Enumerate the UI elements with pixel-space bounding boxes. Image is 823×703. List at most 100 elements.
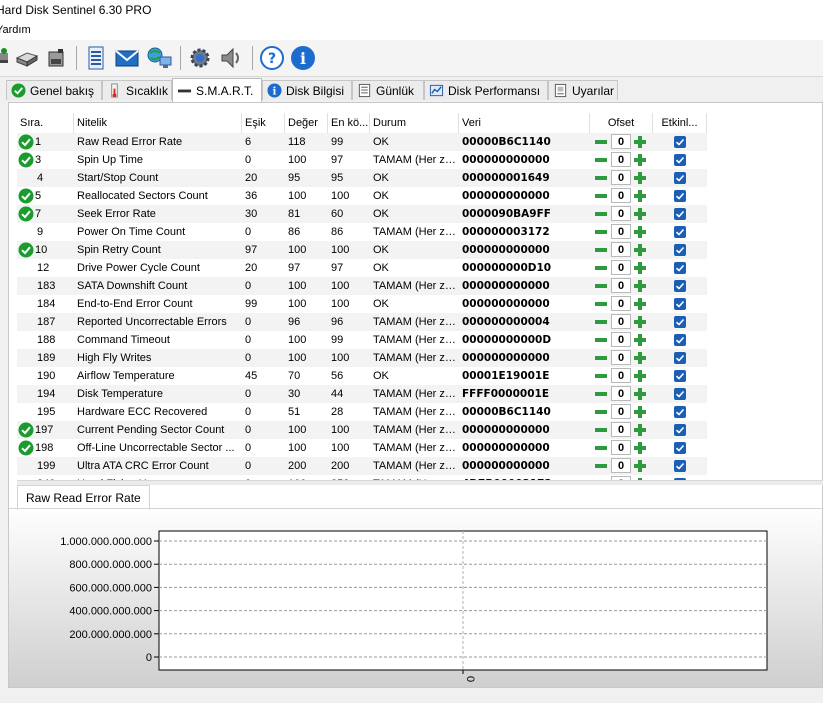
- enabled-checkbox[interactable]: [674, 424, 686, 436]
- minus-icon[interactable]: [594, 441, 608, 455]
- enabled-checkbox[interactable]: [674, 352, 686, 364]
- plus-icon[interactable]: [633, 261, 647, 275]
- plus-icon[interactable]: [633, 405, 647, 419]
- plus-icon[interactable]: [633, 243, 647, 257]
- column-header[interactable]: Durum: [370, 113, 459, 133]
- enabled-checkbox[interactable]: [674, 280, 686, 292]
- offset-value[interactable]: 0: [611, 134, 631, 149]
- tab-3[interactable]: S.M.A.R.T.: [172, 78, 262, 102]
- offset-value[interactable]: 0: [611, 170, 631, 185]
- table-row[interactable]: 10 Spin Retry Count 97 100 100 OK 000000000000…: [17, 241, 707, 259]
- plus-icon[interactable]: [633, 153, 647, 167]
- table-row[interactable]: 1 Raw Read Error Rate 6 118 99 OK 00000B6C1140…: [17, 133, 707, 151]
- offset-value[interactable]: 0: [611, 440, 631, 455]
- table-row[interactable]: 199 Ultra ATA CRC Error Count 0 200 200 TAMAM…: [17, 457, 707, 475]
- disk-small-icon[interactable]: [42, 44, 70, 72]
- plus-icon[interactable]: [633, 387, 647, 401]
- minus-icon[interactable]: [594, 279, 608, 293]
- enabled-checkbox[interactable]: [674, 172, 686, 184]
- plus-icon[interactable]: [633, 369, 647, 383]
- plus-icon[interactable]: [633, 297, 647, 311]
- column-header[interactable]: Etkinl...: [653, 113, 707, 133]
- minus-icon[interactable]: [594, 189, 608, 203]
- minus-icon[interactable]: [594, 243, 608, 257]
- table-row[interactable]: 4 Start/Stop Count 20 95 95 OK 000000001649 0: [17, 169, 707, 187]
- column-header[interactable]: Değer: [285, 113, 328, 133]
- table-row[interactable]: 3 Spin Up Time 0 100 97 TAMAM (Her za... 00000…: [17, 151, 707, 169]
- minus-icon[interactable]: [594, 207, 608, 221]
- help-icon[interactable]: ?: [258, 44, 286, 72]
- offset-value[interactable]: 0: [611, 458, 631, 473]
- table-row[interactable]: 188 Command Timeout 0 100 99 TAMAM (Her za...…: [17, 331, 707, 349]
- plus-icon[interactable]: [633, 423, 647, 437]
- offset-value[interactable]: 0: [611, 152, 631, 167]
- minus-icon[interactable]: [594, 369, 608, 383]
- minus-icon[interactable]: [594, 135, 608, 149]
- table-row[interactable]: 184 End-to-End Error Count 99 100 100 OK 00000…: [17, 295, 707, 313]
- plus-icon[interactable]: [633, 315, 647, 329]
- minus-icon[interactable]: [594, 333, 608, 347]
- tab-6[interactable]: Disk Performansı: [424, 80, 548, 100]
- offset-value[interactable]: 0: [611, 188, 631, 203]
- sound-icon[interactable]: [217, 44, 245, 72]
- table-row[interactable]: 190 Airflow Temperature 45 70 56 OK 00001E1900…: [17, 367, 707, 385]
- plus-icon[interactable]: [633, 171, 647, 185]
- offset-value[interactable]: 0: [611, 314, 631, 329]
- offset-value[interactable]: 0: [611, 296, 631, 311]
- enabled-checkbox[interactable]: [674, 388, 686, 400]
- offset-value[interactable]: 0: [611, 404, 631, 419]
- tab-7[interactable]: Uyarılar: [548, 80, 618, 100]
- mail-icon[interactable]: [113, 44, 141, 72]
- report-icon[interactable]: [82, 44, 110, 72]
- minus-icon[interactable]: [594, 153, 608, 167]
- plus-icon[interactable]: [633, 351, 647, 365]
- minus-icon[interactable]: [594, 297, 608, 311]
- enabled-checkbox[interactable]: [674, 262, 686, 274]
- enabled-checkbox[interactable]: [674, 406, 686, 418]
- table-row[interactable]: 9 Power On Time Count 0 86 86 TAMAM (Her za..…: [17, 223, 707, 241]
- offset-value[interactable]: 0: [611, 368, 631, 383]
- minus-icon[interactable]: [594, 459, 608, 473]
- tab-2[interactable]: Sıcaklık: [102, 80, 172, 100]
- menu-item-help[interactable]: Yardım: [0, 20, 31, 40]
- enabled-checkbox[interactable]: [674, 154, 686, 166]
- table-row[interactable]: 7 Seek Error Rate 30 81 60 OK 0000090BA9FF 0: [17, 205, 707, 223]
- column-header[interactable]: Eşik: [242, 113, 285, 133]
- settings-icon[interactable]: [186, 44, 214, 72]
- offset-value[interactable]: 0: [611, 224, 631, 239]
- offset-value[interactable]: 0: [611, 260, 631, 275]
- enabled-checkbox[interactable]: [674, 298, 686, 310]
- table-row[interactable]: 197 Current Pending Sector Count 0 100 100 TA…: [17, 421, 707, 439]
- minus-icon[interactable]: [594, 405, 608, 419]
- plus-icon[interactable]: [633, 279, 647, 293]
- enabled-checkbox[interactable]: [674, 316, 686, 328]
- enabled-checkbox[interactable]: [674, 370, 686, 382]
- plus-icon[interactable]: [633, 459, 647, 473]
- column-header[interactable]: En kö...: [328, 113, 370, 133]
- plus-icon[interactable]: [633, 207, 647, 221]
- plus-icon[interactable]: [633, 441, 647, 455]
- enabled-checkbox[interactable]: [674, 334, 686, 346]
- column-header[interactable]: Nitelik: [74, 113, 242, 133]
- column-header[interactable]: Veri: [459, 113, 590, 133]
- enabled-checkbox[interactable]: [674, 190, 686, 202]
- offset-value[interactable]: 0: [611, 422, 631, 437]
- minus-icon[interactable]: [594, 351, 608, 365]
- table-row[interactable]: 198 Off-Line Uncorrectable Sector ... 0 100…: [17, 439, 707, 457]
- enabled-checkbox[interactable]: [674, 244, 686, 256]
- plus-icon[interactable]: [633, 333, 647, 347]
- table-row[interactable]: 189 High Fly Writes 0 100 100 TAMAM (Her za..…: [17, 349, 707, 367]
- enabled-checkbox[interactable]: [674, 208, 686, 220]
- minus-icon[interactable]: [594, 261, 608, 275]
- enabled-checkbox[interactable]: [674, 442, 686, 454]
- column-header[interactable]: Ofset: [590, 113, 653, 133]
- offset-value[interactable]: 0: [611, 242, 631, 257]
- table-row[interactable]: 194 Disk Temperature 0 30 44 TAMAM (Her za...…: [17, 385, 707, 403]
- tab-1[interactable]: Genel bakış: [6, 80, 102, 100]
- table-row[interactable]: 183 SATA Downshift Count 0 100 100 TAMAM (Her…: [17, 277, 707, 295]
- minus-icon[interactable]: [594, 423, 608, 437]
- plus-icon[interactable]: [633, 135, 647, 149]
- tab-4[interactable]: i Disk Bilgisi: [262, 80, 352, 100]
- plus-icon[interactable]: [633, 189, 647, 203]
- table-row[interactable]: 12 Drive Power Cycle Count 20 97 97 OK 0000000…: [17, 259, 707, 277]
